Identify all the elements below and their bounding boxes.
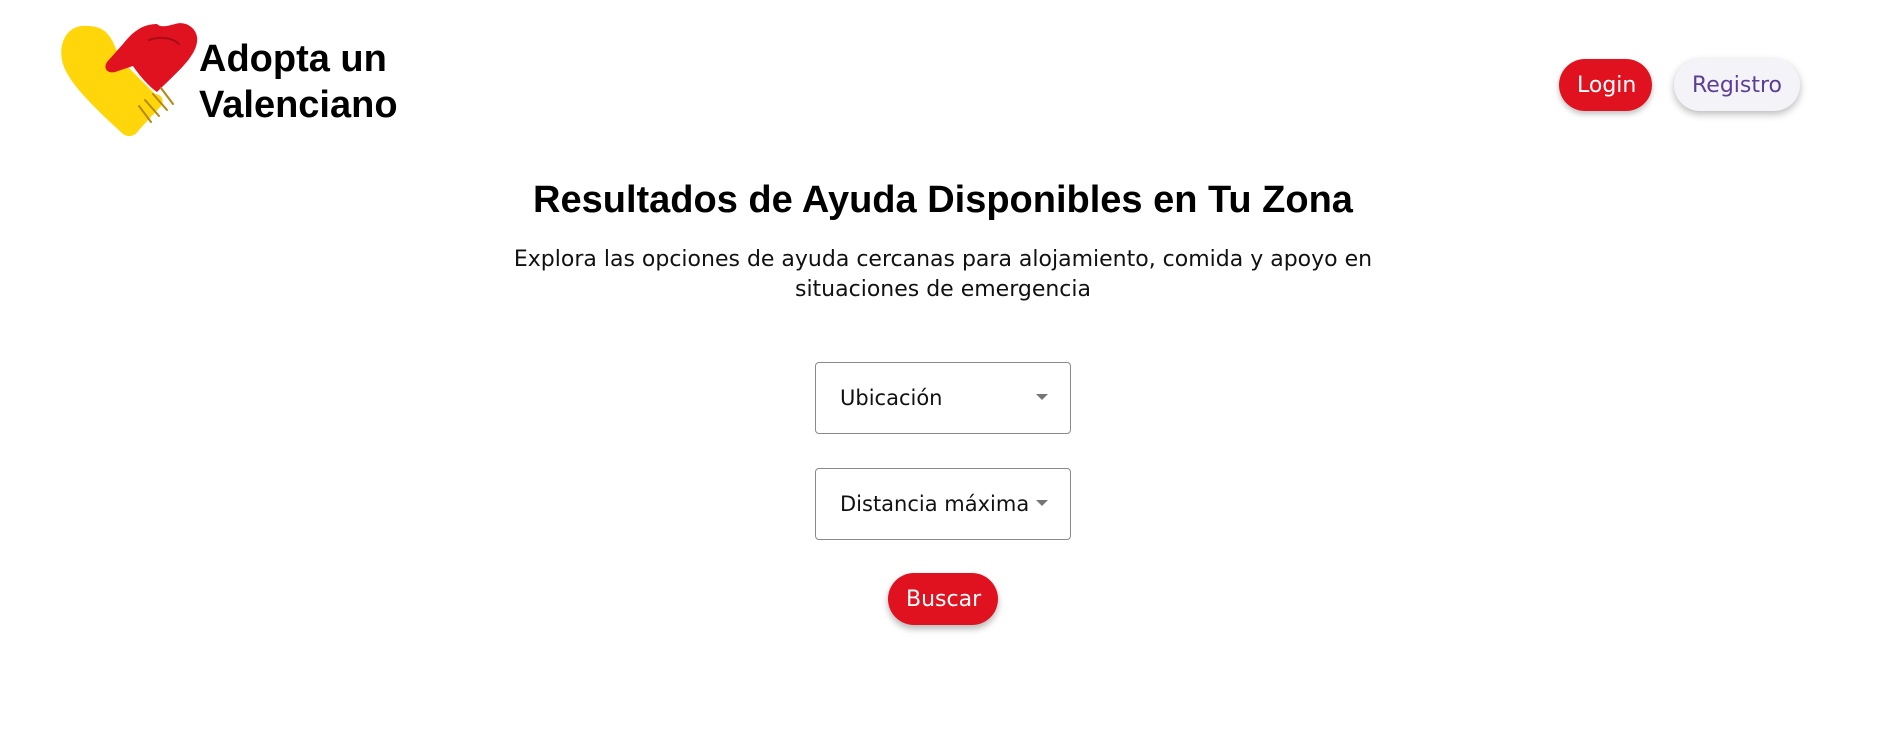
search-button[interactable]: Buscar xyxy=(888,573,998,625)
brand[interactable]: Adopta un Valenciano xyxy=(57,22,409,140)
location-select-label: Ubicación xyxy=(840,386,943,410)
page-subtitle: Explora las opciones de ayuda cercanas p… xyxy=(513,247,1373,302)
page-title: Resultados de Ayuda Disponibles en Tu Zo… xyxy=(533,179,1353,221)
login-button[interactable]: Login xyxy=(1559,59,1652,111)
main-content: Resultados de Ayuda Disponibles en Tu Zo… xyxy=(0,150,1886,625)
brand-name-line1: Adopta un xyxy=(199,38,387,80)
brand-name-line2: Valenciano xyxy=(199,84,398,126)
site-header: Adopta un Valenciano Login Registro xyxy=(0,0,1886,150)
chevron-down-icon xyxy=(1036,500,1048,506)
location-select[interactable]: Ubicación xyxy=(815,362,1071,434)
page: Adopta un Valenciano Login Registro Resu… xyxy=(0,0,1886,751)
nav-actions: Login Registro xyxy=(1559,59,1800,111)
distance-select[interactable]: Distancia máxima xyxy=(815,468,1071,540)
register-button[interactable]: Registro xyxy=(1674,59,1800,111)
chevron-down-icon xyxy=(1036,394,1048,400)
distance-select-label: Distancia máxima xyxy=(840,492,1030,516)
heart-handshake-icon xyxy=(61,23,198,137)
brand-name: Adopta un Valenciano xyxy=(199,36,409,128)
